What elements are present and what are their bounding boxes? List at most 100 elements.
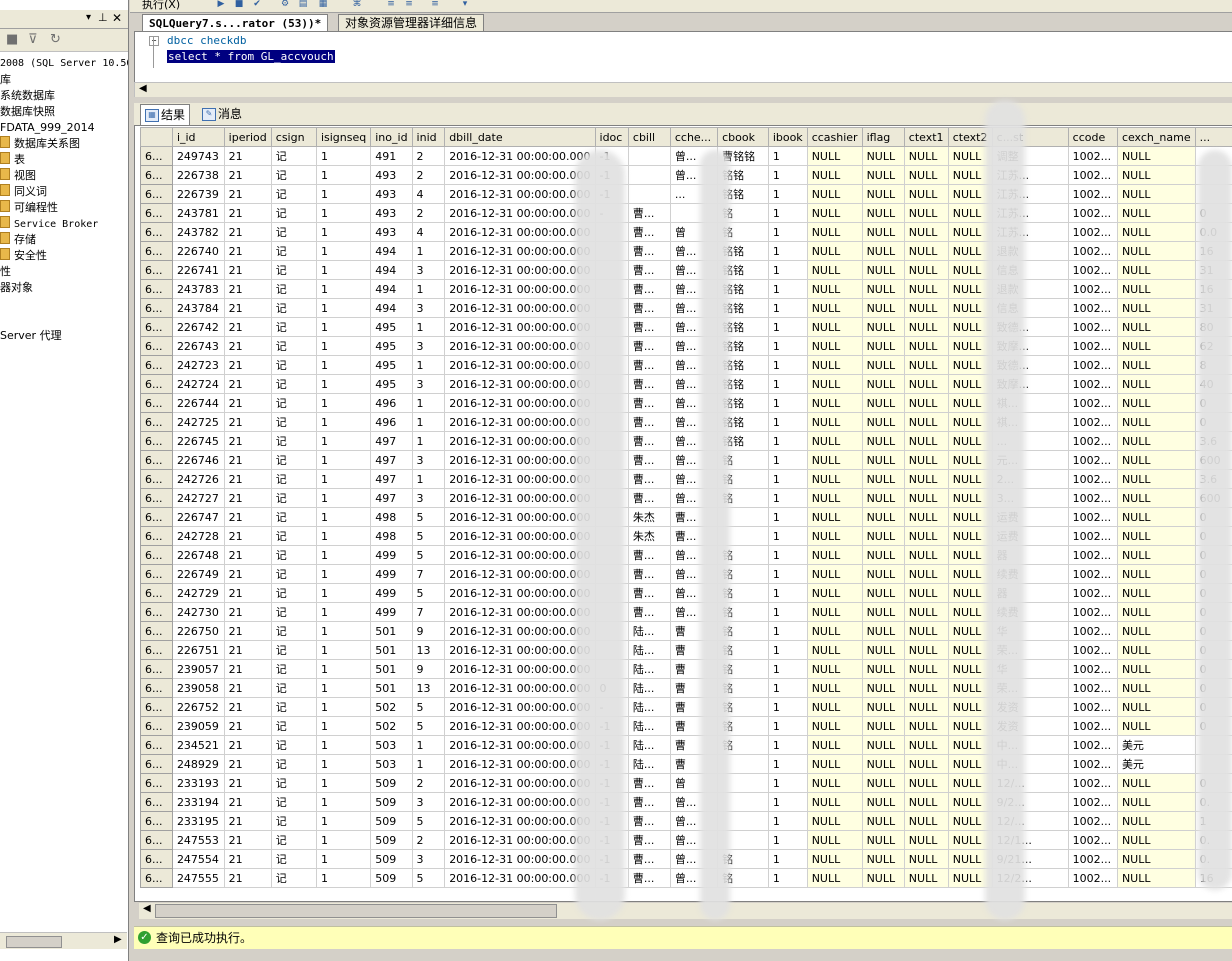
cell[interactable]: 记 <box>270 868 317 888</box>
cell[interactable]: 21 <box>223 811 272 831</box>
cell[interactable]: NULL <box>1116 184 1196 204</box>
cell[interactable]: 记 <box>270 792 317 812</box>
tree-node[interactable]: FDATA_999_2014 <box>0 120 95 136</box>
cell[interactable]: 1 <box>315 640 372 660</box>
tree-node[interactable]: 系统数据库 <box>0 88 55 104</box>
cell[interactable]: 21 <box>223 222 272 242</box>
cell[interactable]: 226743 <box>171 336 225 356</box>
row-header[interactable]: 6... <box>140 792 173 812</box>
cell[interactable]: NULL <box>806 431 863 451</box>
cell[interactable]: NULL <box>903 640 949 660</box>
collapse-icon[interactable]: − <box>149 36 159 46</box>
column-header-cexch_name[interactable]: cexch_name <box>1116 127 1196 147</box>
cell[interactable]: 21 <box>223 431 272 451</box>
cell[interactable]: 记 <box>270 507 317 527</box>
cell[interactable]: 243781 <box>171 203 225 223</box>
cell[interactable]: 记 <box>270 279 317 299</box>
cell[interactable]: 503 <box>370 754 413 774</box>
cell[interactable]: 1 <box>315 754 372 774</box>
table-row[interactable]: 6... 243783 21 记 1 494 1 2016-12-31 00:00:00.00… <box>140 279 1232 299</box>
cell[interactable]: 509 <box>370 830 413 850</box>
cell[interactable]: 2016-12-31 00:00:00.000 <box>444 545 596 565</box>
row-header[interactable]: 6... <box>140 849 173 869</box>
cell[interactable]: 242728 <box>171 526 225 546</box>
table-row[interactable]: 6... 243784 21 记 1 494 3 2016-12-31 00:00:00.00… <box>140 298 1232 318</box>
cell[interactable]: 233195 <box>171 811 225 831</box>
column-header-iflag[interactable]: iflag <box>861 127 905 147</box>
cell[interactable]: 1 <box>767 355 808 375</box>
cell[interactable]: 242725 <box>171 412 225 432</box>
row-header[interactable]: 6... <box>140 697 173 717</box>
cell[interactable]: 497 <box>370 469 413 489</box>
cell[interactable]: 1002... <box>1067 507 1118 527</box>
cell[interactable]: 2016-12-31 00:00:00.000 <box>444 659 596 679</box>
cell[interactable]: 21 <box>223 640 272 660</box>
cell[interactable]: 1 <box>315 165 372 185</box>
run-icon[interactable]: ▶ <box>216 0 226 9</box>
cell[interactable]: NULL <box>903 488 949 508</box>
cell[interactable]: NULL <box>806 678 863 698</box>
cell[interactable]: 1002... <box>1067 849 1118 869</box>
cell[interactable]: 9 <box>411 659 446 679</box>
cell[interactable]: NULL <box>1116 146 1196 166</box>
cell[interactable]: 501 <box>370 659 413 679</box>
cell[interactable]: 记 <box>270 545 317 565</box>
table-row[interactable]: 6... 226739 21 记 1 493 4 2016-12-31 00:00:00.00… <box>140 184 1232 204</box>
results-to-grid-icon[interactable]: ▦ <box>318 0 328 9</box>
cell[interactable]: NULL <box>903 469 949 489</box>
cell[interactable]: 242730 <box>171 602 225 622</box>
cell[interactable]: 1 <box>767 545 808 565</box>
cell[interactable]: 3 <box>411 298 446 318</box>
table-row[interactable]: 6... 239058 21 记 1 501 13 2016-12-31 00:00:00.0… <box>140 678 1232 698</box>
cell[interactable] <box>627 184 671 204</box>
cell[interactable]: 494 <box>370 241 413 261</box>
table-row[interactable]: 6... 226749 21 记 1 499 7 2016-12-31 00:00:00.00… <box>140 564 1232 584</box>
cell[interactable]: 1 <box>767 830 808 850</box>
cell[interactable]: 495 <box>370 317 413 337</box>
parse-icon[interactable]: ✔ <box>252 0 262 9</box>
cell[interactable]: 501 <box>370 640 413 660</box>
cell[interactable]: 曹... <box>627 868 671 888</box>
query-options-icon[interactable]: ▤ <box>298 0 308 9</box>
cell[interactable]: NULL <box>806 298 863 318</box>
cell[interactable]: 2016-12-31 00:00:00.000 <box>444 488 596 508</box>
cell[interactable]: 1 <box>315 260 372 280</box>
cell[interactable]: 1 <box>767 621 808 641</box>
cell[interactable]: 2016-12-31 00:00:00.000 <box>444 222 596 242</box>
cell[interactable]: 3 <box>411 849 446 869</box>
cell[interactable]: 1 <box>315 602 372 622</box>
cell[interactable]: NULL <box>903 165 949 185</box>
cell[interactable]: NULL <box>861 146 905 166</box>
cell[interactable]: 21 <box>223 659 272 679</box>
cell[interactable]: 239057 <box>171 659 225 679</box>
cell[interactable]: 2016-12-31 00:00:00.000 <box>444 678 596 698</box>
cell[interactable]: NULL <box>861 830 905 850</box>
cell[interactable]: 494 <box>370 279 413 299</box>
cell[interactable]: 记 <box>270 811 317 831</box>
tab-sqlquery7[interactable]: SQLQuery7.s...rator (53))* <box>142 14 329 32</box>
row-header[interactable]: 6... <box>140 431 173 451</box>
table-row[interactable]: 6... 226748 21 记 1 499 5 2016-12-31 00:00:00.00… <box>140 545 1232 565</box>
cell[interactable]: 4 <box>411 184 446 204</box>
cell[interactable]: 记 <box>270 678 317 698</box>
cell[interactable]: 1002... <box>1067 488 1118 508</box>
cell[interactable]: 1002... <box>1067 545 1118 565</box>
cell[interactable]: NULL <box>806 792 863 812</box>
row-header[interactable]: 6... <box>140 564 173 584</box>
cell[interactable]: 2016-12-31 00:00:00.000 <box>444 412 596 432</box>
cell[interactable]: 1002... <box>1067 621 1118 641</box>
cell[interactable]: 1002... <box>1067 868 1118 888</box>
cell[interactable]: NULL <box>1116 678 1196 698</box>
cell[interactable]: NULL <box>903 298 949 318</box>
cell[interactable]: 记 <box>270 412 317 432</box>
cell[interactable]: 1 <box>315 488 372 508</box>
cell[interactable]: NULL <box>861 317 905 337</box>
cell[interactable]: 21 <box>223 735 272 755</box>
cell[interactable]: NULL <box>806 621 863 641</box>
cell[interactable]: 1002... <box>1067 735 1118 755</box>
cell[interactable]: 497 <box>370 431 413 451</box>
cell[interactable]: 陆... <box>627 659 671 679</box>
cell[interactable]: 2016-12-31 00:00:00.000 <box>444 450 596 470</box>
cell[interactable]: 2016-12-31 00:00:00.000 <box>444 298 596 318</box>
query-editor[interactable]: − dbcc checkdb select * from GL_accvouch <box>134 31 1232 84</box>
